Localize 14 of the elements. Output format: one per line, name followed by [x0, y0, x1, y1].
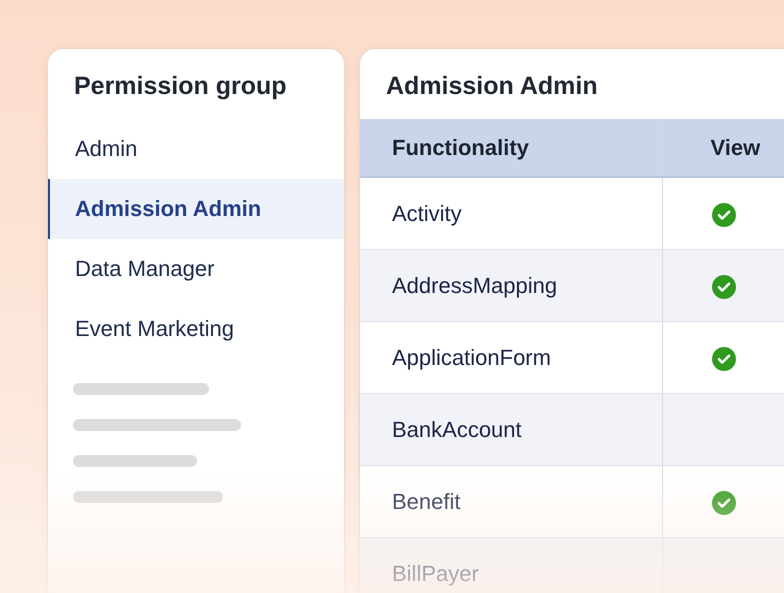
sidebar-item[interactable]: Data Manager [48, 239, 344, 299]
sidebar-item[interactable]: Event Marketing [48, 299, 344, 359]
table-cell: AddressMapping [360, 249, 662, 321]
column-header: View [662, 119, 784, 177]
table-cell: ApplicationForm [360, 321, 662, 393]
sidebar-item[interactable]: Admission Admin [48, 179, 344, 239]
table-cell: BillPayer [360, 537, 662, 593]
panel-title: Permission group [73, 71, 288, 102]
table-cell: BankAccount [360, 393, 662, 465]
panel-title: Admission Admin [385, 71, 599, 102]
sidebar-item[interactable]: Admin [48, 119, 344, 179]
table-cell: Activity [360, 177, 662, 249]
column-header: Functionality [360, 119, 662, 177]
table-cell: Benefit [360, 465, 662, 537]
